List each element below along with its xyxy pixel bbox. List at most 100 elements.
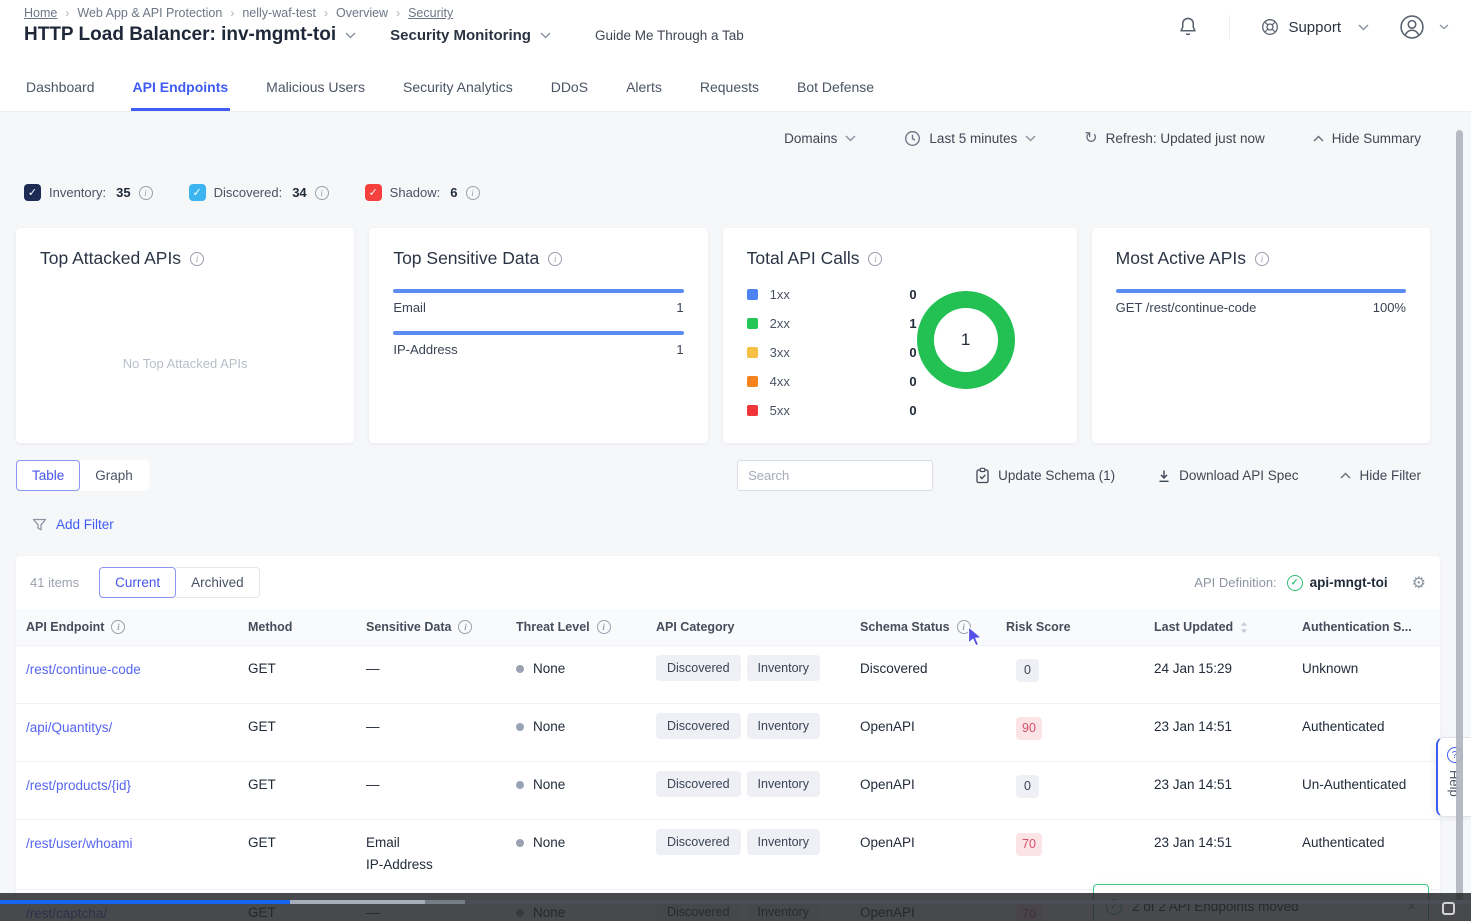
column-header-last-updated[interactable]: Last Updated — [1154, 620, 1302, 634]
hide-summary-toggle[interactable]: Hide Summary — [1313, 131, 1421, 146]
table-row-rest-continue-code[interactable]: /rest/continue-codeGET—NoneDiscoveredInv… — [16, 646, 1440, 704]
sensitive-data-value: 1 — [676, 300, 683, 315]
risk-score-cell: 0 — [1006, 661, 1154, 682]
info-icon[interactable]: i — [139, 186, 153, 200]
summary-cards: Top Attacked APIs i No Top Attacked APIs… — [16, 228, 1430, 443]
column-header-api-endpoint[interactable]: API Endpointi — [26, 620, 248, 634]
endpoint-link[interactable]: /api/Quantitys/ — [26, 720, 112, 735]
tab-malicious-users[interactable]: Malicious Users — [264, 62, 367, 111]
update-schema-button[interactable]: Update Schema (1) — [975, 467, 1115, 484]
hide-filter-toggle[interactable]: Hide Filter — [1340, 468, 1421, 483]
sensitive-data-label: IP-Address — [393, 342, 457, 357]
guide-me-link[interactable]: Guide Me Through a Tab — [595, 28, 744, 43]
chevron-down-icon[interactable] — [345, 32, 356, 39]
filter-chip-shadow[interactable]: ✓Shadow:6i — [365, 184, 480, 201]
filter-count: 35 — [116, 185, 130, 200]
info-icon[interactable]: i — [868, 252, 882, 266]
add-filter-button[interactable]: Add Filter — [32, 517, 114, 532]
view-graph[interactable]: Graph — [80, 460, 149, 491]
breadcrumb-separator: › — [230, 6, 234, 20]
column-header-risk-score[interactable]: Risk Score — [1006, 620, 1154, 634]
legend-swatch — [747, 376, 758, 387]
tab-ddos[interactable]: DDoS — [549, 62, 590, 111]
method-cell: GET — [248, 777, 366, 792]
state-archived[interactable]: Archived — [176, 567, 260, 598]
card-top-sensitive-data: Top Sensitive Data i Email1IP-Address1 — [369, 228, 707, 443]
progress-played[interactable] — [0, 900, 290, 904]
support-menu[interactable]: Support — [1260, 17, 1369, 37]
progress-buffered-2[interactable] — [425, 900, 465, 904]
schema-status-cell: Discovered — [860, 661, 1006, 676]
notifications-bell-icon[interactable] — [1177, 16, 1199, 38]
tab-api-endpoints[interactable]: API Endpoints — [131, 62, 231, 111]
legend-row-1xx: 1xx0 — [747, 287, 917, 302]
legend-value: 0 — [909, 403, 916, 418]
view-table[interactable]: Table — [16, 460, 80, 491]
endpoint-link[interactable]: /rest/continue-code — [26, 662, 141, 677]
breadcrumb-item-web-app-api-protection[interactable]: Web App & API Protection — [77, 6, 222, 20]
tab-alerts[interactable]: Alerts — [624, 62, 664, 111]
scrollbar-thumb[interactable] — [1456, 130, 1463, 902]
checkbox-shadow[interactable]: ✓ — [365, 184, 382, 201]
column-header-api-category[interactable]: API Category — [656, 620, 860, 634]
legend-swatch — [747, 289, 758, 300]
category-pill-discovered: Discovered — [656, 829, 741, 855]
tab-bot-defense[interactable]: Bot Defense — [795, 62, 876, 111]
card-top-attacked-apis: Top Attacked APIs i No Top Attacked APIs — [16, 228, 354, 443]
checkbox-inventory[interactable]: ✓ — [24, 184, 41, 201]
table-row-api-quantitys[interactable]: /api/Quantitys/GET—NoneDiscoveredInvento… — [16, 704, 1440, 762]
filter-chip-inventory[interactable]: ✓Inventory:35i — [24, 184, 153, 201]
checkbox-discovered[interactable]: ✓ — [189, 184, 206, 201]
table-row-rest-products-id[interactable]: /rest/products/{id}GET—NoneDiscoveredInv… — [16, 762, 1440, 820]
sort-icon[interactable] — [1240, 621, 1248, 634]
risk-score-cell: 90 — [1006, 719, 1154, 740]
breadcrumb-item-overview[interactable]: Overview — [336, 6, 388, 20]
search-input[interactable] — [737, 460, 933, 491]
api-definition-value[interactable]: ✓ api-mngt-toi — [1287, 575, 1388, 591]
tab-dashboard[interactable]: Dashboard — [24, 62, 97, 111]
endpoint-link[interactable]: /rest/products/{id} — [26, 778, 131, 793]
account-menu[interactable] — [1399, 14, 1449, 40]
info-icon[interactable]: i — [111, 620, 125, 634]
filter-chip-discovered[interactable]: ✓Discovered:34i — [189, 184, 329, 201]
category-pill-inventory: Inventory — [747, 713, 820, 739]
refresh-button[interactable]: ↻ Refresh: Updated just now — [1084, 131, 1265, 147]
column-header-authentication-s[interactable]: Authentication S... — [1302, 620, 1440, 634]
funnel-icon — [32, 518, 47, 532]
tab-requests[interactable]: Requests — [698, 62, 761, 111]
info-icon[interactable]: i — [190, 252, 204, 266]
column-header-method[interactable]: Method — [248, 620, 366, 634]
progress-buffered[interactable] — [290, 900, 425, 904]
table-row-rest-user-whoami[interactable]: /rest/user/whoamiGETEmailIP-AddressNoneD… — [16, 820, 1440, 890]
info-icon[interactable]: i — [458, 620, 472, 634]
endpoint-link[interactable]: /rest/user/whoami — [26, 836, 133, 851]
column-header-sensitive-data[interactable]: Sensitive Datai — [366, 620, 516, 634]
info-icon[interactable]: i — [466, 186, 480, 200]
sensitive-data-cell: — — [366, 777, 516, 792]
breadcrumb-item-home[interactable]: Home — [24, 6, 57, 20]
fullscreen-icon[interactable] — [1442, 902, 1455, 915]
app-header: Home›Web App & API Protection›nelly-waf-… — [0, 0, 1471, 62]
sensitive-data-cell: — — [366, 661, 516, 676]
schema-status-cell: OpenAPI — [860, 777, 1006, 792]
threat-dot — [516, 665, 524, 673]
info-icon[interactable]: i — [315, 186, 329, 200]
gear-icon[interactable]: ⚙ — [1412, 573, 1426, 593]
breadcrumb-item-security[interactable]: Security — [408, 6, 453, 20]
info-icon[interactable]: i — [1255, 252, 1269, 266]
progress-remaining[interactable] — [465, 900, 1471, 904]
help-tab[interactable]: ? Help — [1436, 737, 1471, 817]
tab-security-analytics[interactable]: Security Analytics — [401, 62, 515, 111]
legend-row-3xx: 3xx0 — [747, 345, 917, 360]
monitoring-dropdown[interactable]: Security Monitoring — [390, 27, 551, 44]
authentication-cell: Authenticated — [1302, 835, 1440, 850]
domains-dropdown[interactable]: Domains — [784, 131, 856, 146]
breadcrumb-item-nelly-waf-test[interactable]: nelly-waf-test — [242, 6, 316, 20]
info-icon[interactable]: i — [597, 620, 611, 634]
state-current[interactable]: Current — [99, 567, 176, 598]
time-range-dropdown[interactable]: Last 5 minutes — [904, 130, 1036, 147]
info-icon[interactable]: i — [548, 252, 562, 266]
table-toolbar: TableGraph Update Schema (1) Download AP… — [16, 460, 1421, 491]
column-header-threat-level[interactable]: Threat Leveli — [516, 620, 656, 634]
download-api-spec-button[interactable]: Download API Spec — [1157, 468, 1298, 483]
